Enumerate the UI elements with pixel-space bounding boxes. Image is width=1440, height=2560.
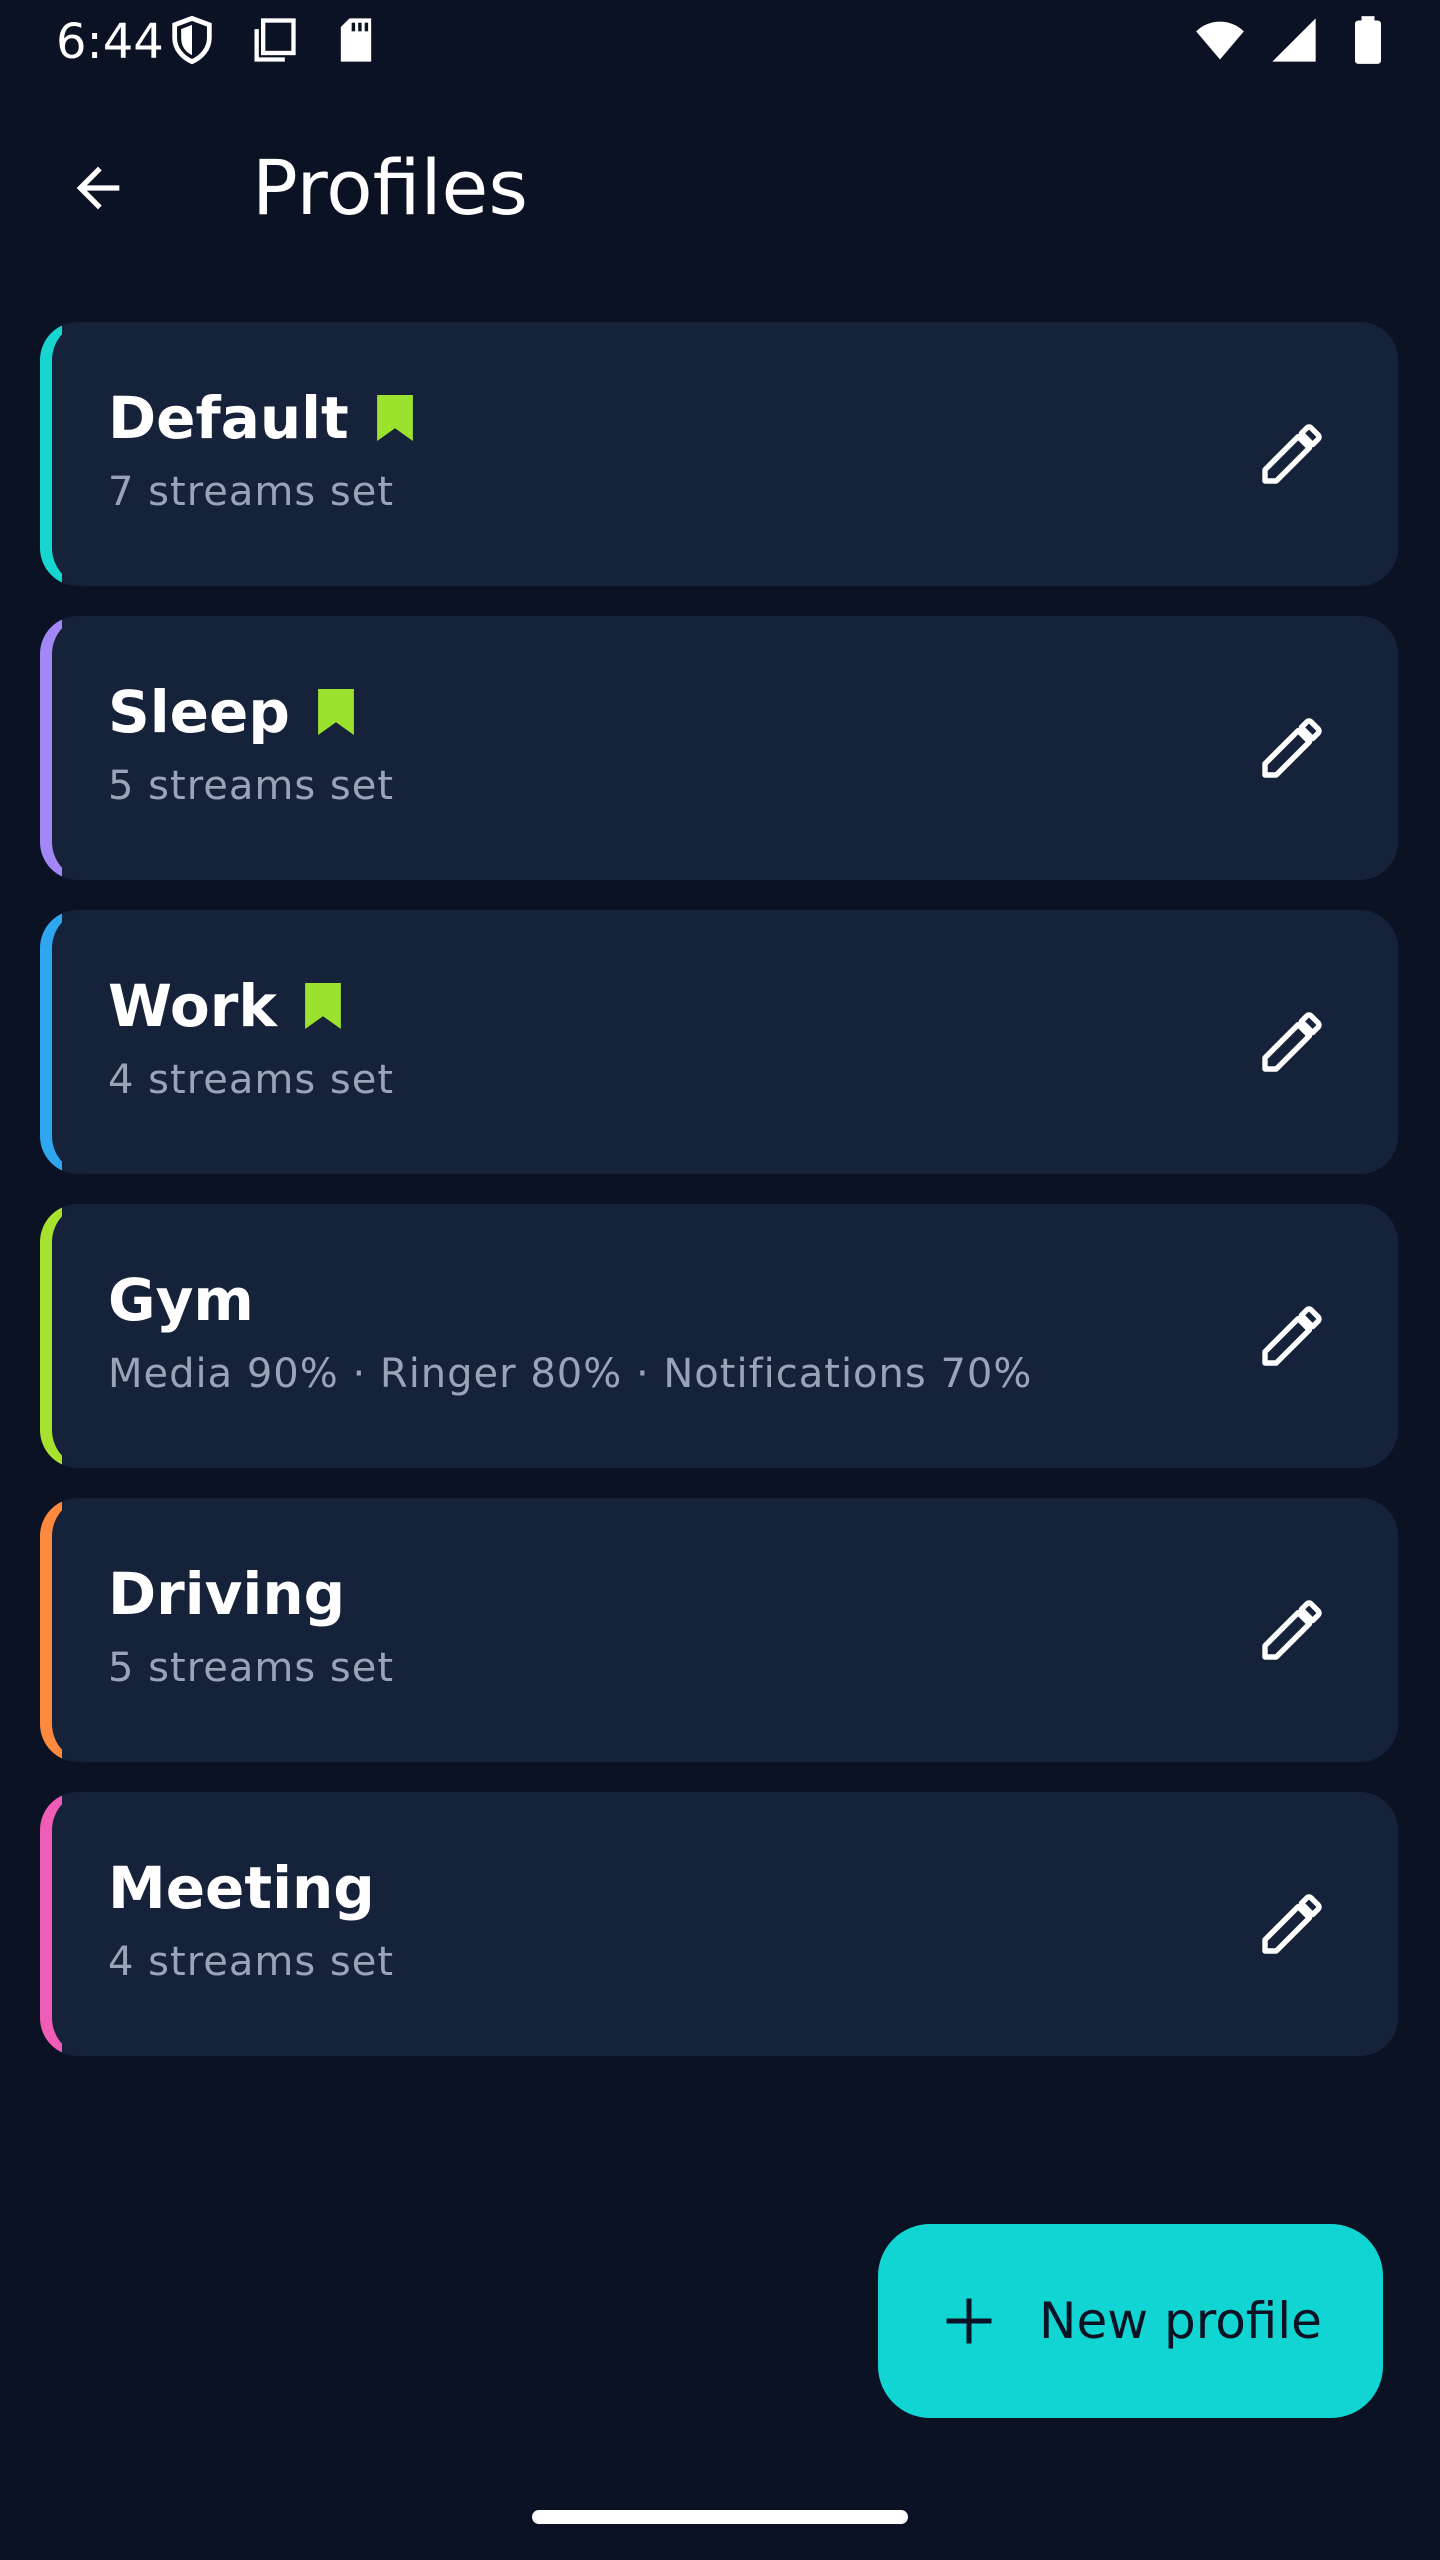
page-title: Profiles <box>252 143 528 232</box>
profile-summary: 7 streams set <box>108 469 395 515</box>
signal-icon <box>1268 14 1320 66</box>
pencil-icon <box>1262 424 1322 484</box>
profile-name: Driving <box>108 1560 346 1628</box>
pencil-icon <box>1262 1894 1322 1954</box>
profile-summary: 4 streams set <box>108 1939 395 1985</box>
profile-name: Meeting <box>108 1854 375 1922</box>
profile-card-driving[interactable]: Driving 5 streams set <box>40 1498 1398 1762</box>
new-profile-label: New profile <box>1039 2292 1322 2350</box>
profile-name: Default <box>108 384 349 452</box>
home-indicator[interactable] <box>532 2510 908 2524</box>
app-bar: Profiles <box>0 120 1440 240</box>
bookmark-icon <box>317 689 354 735</box>
edit-button[interactable] <box>1242 404 1342 504</box>
sd-card-icon <box>330 14 382 66</box>
profile-summary: 5 streams set <box>108 763 395 809</box>
battery-icon <box>1342 14 1394 66</box>
profile-summary: 4 streams set <box>108 1057 395 1103</box>
profile-name: Work <box>108 972 277 1040</box>
new-profile-button[interactable]: New profile <box>878 2224 1383 2418</box>
profile-name: Gym <box>108 1266 254 1334</box>
edit-button[interactable] <box>1242 1286 1342 1386</box>
copy-icon <box>248 14 300 66</box>
profile-card-sleep[interactable]: Sleep 5 streams set <box>40 616 1398 880</box>
edit-button[interactable] <box>1242 1874 1342 1974</box>
profile-card-default[interactable]: Default 7 streams set <box>40 322 1398 586</box>
pencil-icon <box>1262 1600 1322 1660</box>
status-time: 6:44 <box>56 14 164 70</box>
wifi-icon <box>1194 14 1246 66</box>
edit-button[interactable] <box>1242 992 1342 1092</box>
profile-card-meeting[interactable]: Meeting 4 streams set <box>40 1792 1398 2056</box>
bookmark-icon <box>305 983 341 1029</box>
back-button[interactable] <box>52 142 144 234</box>
status-left-icons <box>166 14 382 66</box>
profile-card-work[interactable]: Work 4 streams set <box>40 910 1398 1174</box>
shield-icon <box>166 14 218 66</box>
plus-icon <box>939 2291 999 2351</box>
profile-card-gym[interactable]: Gym Media 90% · Ringer 80% · Notificatio… <box>40 1204 1398 1468</box>
pencil-icon <box>1262 718 1322 778</box>
status-bar: 6:44 <box>0 0 1440 84</box>
profile-summary: 5 streams set <box>108 1645 395 1691</box>
arrow-back-icon <box>76 166 120 210</box>
profile-summary: Media 90% · Ringer 80% · Notifications 7… <box>108 1351 1033 1397</box>
status-right-icons <box>1194 14 1394 66</box>
edit-button[interactable] <box>1242 698 1342 798</box>
profile-list: Default 7 streams set Sleep 5 streams se… <box>40 322 1398 2056</box>
edit-button[interactable] <box>1242 1580 1342 1680</box>
pencil-icon <box>1262 1306 1322 1366</box>
profile-name: Sleep <box>108 678 290 746</box>
pencil-icon <box>1262 1012 1322 1072</box>
bookmark-icon <box>376 395 413 441</box>
